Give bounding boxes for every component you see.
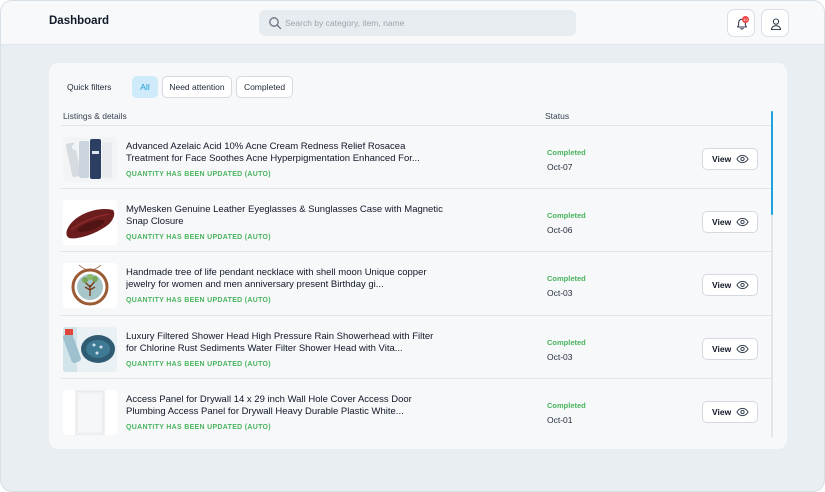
notification-count-badge: 10: [742, 16, 749, 23]
listings-table: Advanced Azelaic Acid 10% Acne Cream Red…: [61, 126, 771, 442]
column-header-status: Status: [545, 111, 570, 121]
listing-title: Handmade tree of life pendant necklace w…: [126, 267, 427, 291]
listing-title: Access Panel for Drywall 14 x 29 inch Wa…: [126, 393, 412, 417]
status-label: Completed: [547, 148, 586, 157]
table-row: Luxury Filtered Shower Head High Pressur…: [61, 316, 771, 379]
status-label: Completed: [547, 274, 586, 284]
quick-filters-label: Quick filters: [67, 82, 112, 92]
table-row: Access Panel for Drywall 14 x 29 inch Wa…: [61, 379, 771, 442]
view-button-label: View: [712, 217, 732, 228]
listing-subtitle: QUANTITY HAS BEEN UPDATED (AUTO): [126, 234, 271, 242]
app-window: Dashboard 10 Quick filters All: [0, 0, 825, 492]
table-row: Advanced Azelaic Acid 10% Acne Cream Red…: [61, 126, 771, 190]
eye-icon: [736, 281, 749, 290]
listing-subtitle: QUANTITY HAS BEEN UPDATED (AUTO): [126, 423, 271, 431]
product-thumbnail-shower-head: [63, 326, 117, 372]
product-thumbnail-access-panel: [63, 389, 117, 435]
table-row: MyMesken Genuine Leather Eyeglasses & Su…: [61, 189, 771, 253]
view-button-label: View: [712, 280, 732, 291]
notifications-button[interactable]: 10: [727, 9, 755, 37]
view-button[interactable]: View: [702, 337, 758, 360]
scrollbar-thumb[interactable]: [771, 111, 773, 215]
status-date: Oct-06: [547, 225, 573, 236]
eye-icon: [736, 218, 749, 227]
listing-title: MyMesken Genuine Leather Eyeglasses & Su…: [126, 204, 443, 228]
listing-subtitle: QUANTITY HAS BEEN UPDATED (AUTO): [126, 171, 271, 178]
table-row: Handmade tree of life pendant necklace w…: [61, 252, 771, 316]
eye-icon: [736, 154, 749, 164]
listings-card: Quick filters All Need attention Complet…: [49, 63, 787, 449]
account-button[interactable]: [761, 9, 789, 37]
product-thumbnail-leather-case: [63, 200, 117, 246]
view-button[interactable]: View: [702, 211, 758, 234]
top-bar: Dashboard 10: [1, 1, 824, 45]
view-button-label: View: [712, 154, 732, 164]
product-thumbnail-cream-tubes: [63, 137, 117, 182]
filter-chip-completed[interactable]: Completed: [236, 76, 293, 98]
product-thumbnail-pendant: [63, 263, 117, 309]
status-label: Completed: [547, 400, 586, 410]
view-button-label: View: [712, 406, 732, 417]
user-icon: [770, 18, 782, 31]
status-date: Oct-07: [547, 162, 573, 172]
listing-subtitle: QUANTITY HAS BEEN UPDATED (AUTO): [126, 297, 271, 305]
status-label: Completed: [547, 211, 586, 221]
view-button[interactable]: View: [702, 274, 758, 297]
search-bar[interactable]: [259, 10, 576, 36]
view-button[interactable]: View: [702, 148, 758, 170]
page-title: Dashboard: [49, 15, 110, 27]
filter-chip-all[interactable]: All: [132, 76, 158, 98]
view-button-label: View: [712, 343, 732, 354]
listing-title: Luxury Filtered Shower Head High Pressur…: [126, 330, 434, 354]
listing-title: Advanced Azelaic Acid 10% Acne Cream Red…: [126, 141, 420, 164]
column-header-listings: Listings & details: [63, 111, 127, 121]
search-input[interactable]: [285, 10, 570, 36]
filter-chip-need-attention[interactable]: Need attention: [162, 76, 232, 98]
eye-icon: [736, 344, 749, 353]
status-date: Oct-01: [547, 414, 573, 425]
search-icon: [269, 17, 282, 30]
eye-icon: [736, 407, 749, 416]
status-date: Oct-03: [547, 288, 573, 299]
listing-subtitle: QUANTITY HAS BEEN UPDATED (AUTO): [126, 360, 271, 368]
view-button[interactable]: View: [702, 400, 758, 423]
status-label: Completed: [547, 337, 586, 347]
status-date: Oct-03: [547, 351, 573, 362]
